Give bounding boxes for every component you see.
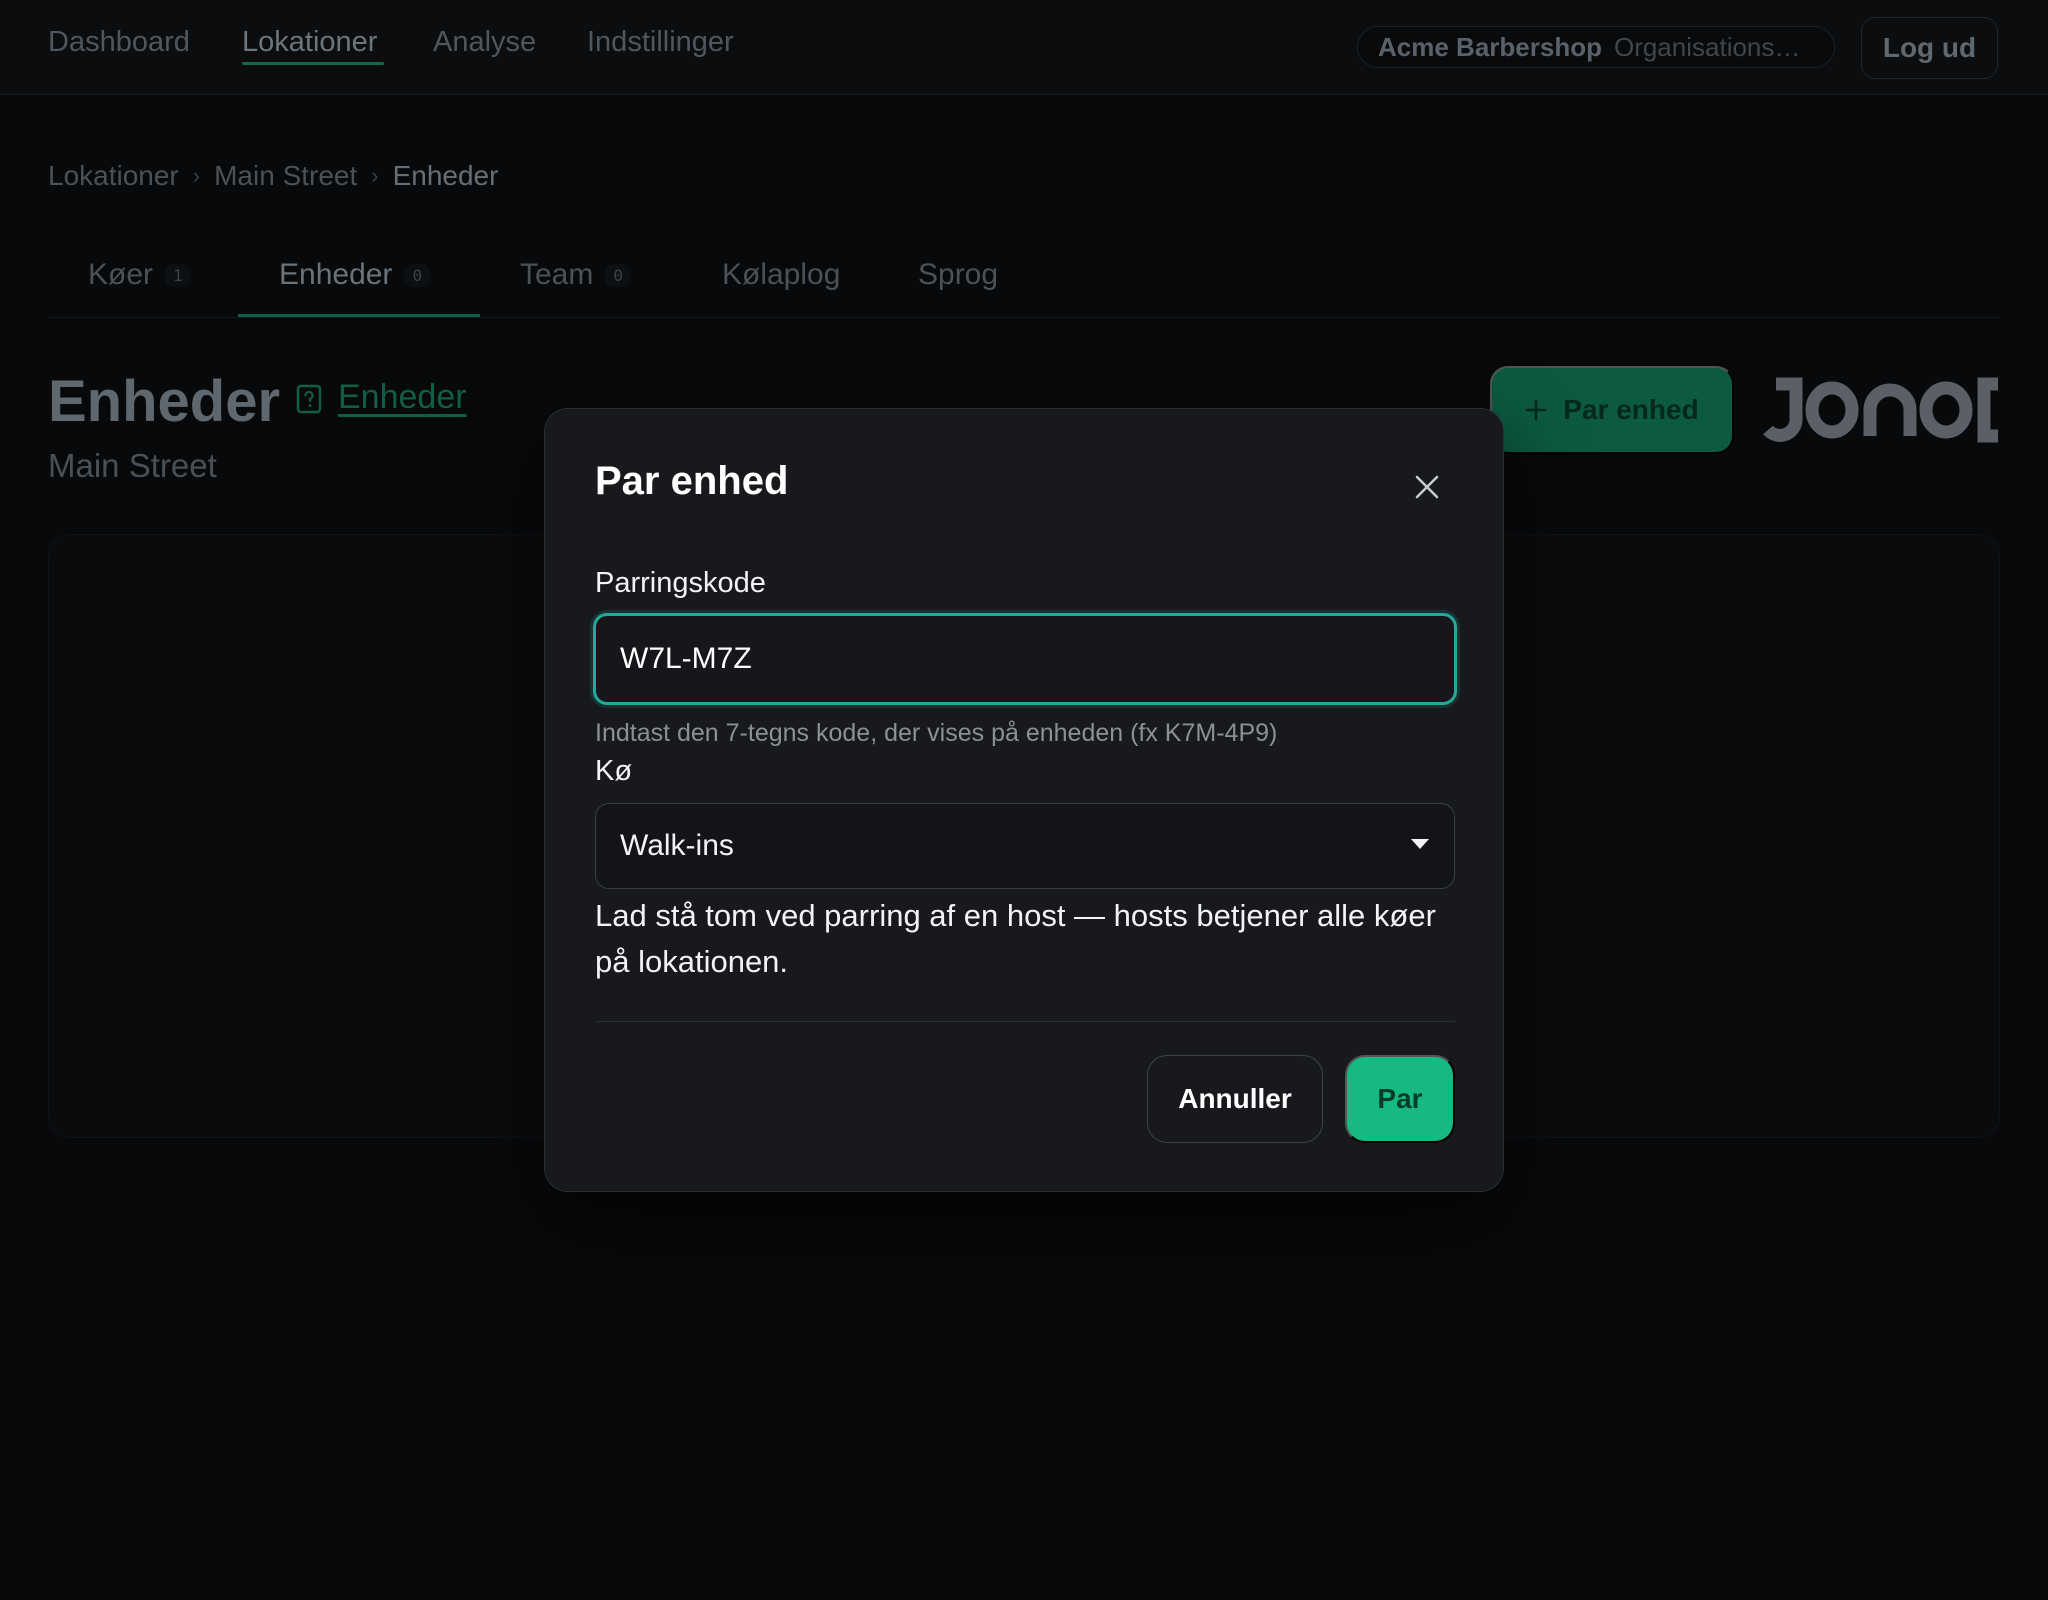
location-tabs: Køer 1 Enheder 0 Team 0 Kølaplog Sprog xyxy=(48,250,2000,318)
tab-label: Køer xyxy=(88,258,154,291)
cancel-button[interactable]: Annuller xyxy=(1147,1055,1323,1143)
pairing-code-label: Parringskode xyxy=(595,567,766,599)
close-icon xyxy=(1414,474,1440,505)
tab-label: Team xyxy=(520,258,594,291)
nav-lokationer[interactable]: Lokationer xyxy=(242,26,377,59)
help-document-icon xyxy=(296,384,322,414)
breadcrumb: Lokationer › Main Street › Enheder xyxy=(48,160,498,192)
breadcrumb-lokationer[interactable]: Lokationer xyxy=(48,160,179,192)
organization-switcher[interactable]: Acme Barbershop Organisationsans... xyxy=(1357,26,1835,68)
dialog-divider xyxy=(595,1021,1455,1022)
nav-active-indicator xyxy=(242,62,384,65)
tab-label: Sprog xyxy=(918,258,999,291)
tab-enheder[interactable]: Enheder 0 xyxy=(279,258,431,292)
tab-count-badge: 1 xyxy=(165,263,191,287)
pair-submit-button[interactable]: Par xyxy=(1345,1055,1455,1143)
page-subtitle: Main Street xyxy=(48,447,217,484)
brand-logo-icon xyxy=(1762,370,2000,450)
tab-count-badge: 0 xyxy=(404,263,431,287)
dialog-title: Par enhed xyxy=(595,459,789,503)
top-navigation: Dashboard Lokationer Analyse Indstilling… xyxy=(0,0,2048,95)
breadcrumb-current: Enheder xyxy=(392,160,499,191)
plus-icon xyxy=(1525,391,1547,430)
logout-button[interactable]: Log ud xyxy=(1861,17,1998,79)
nav-dashboard[interactable]: Dashboard xyxy=(48,26,190,59)
close-button[interactable] xyxy=(1407,469,1447,509)
tab-label: Kølaplog xyxy=(722,258,841,291)
tab-koer[interactable]: Køer 1 xyxy=(88,258,191,292)
tab-kolaplog[interactable]: Kølaplog xyxy=(722,258,840,292)
nav-analyse[interactable]: Analyse xyxy=(433,26,536,59)
queue-select[interactable]: Walk-ins xyxy=(595,803,1455,889)
org-role: Organisationsans... xyxy=(1613,31,1814,62)
tab-team[interactable]: Team 0 xyxy=(520,258,631,292)
breadcrumb-separator: › xyxy=(192,163,201,188)
tab-count-badge: 0 xyxy=(605,263,631,287)
pairing-code-hint: Indtast den 7-tegns kode, der vises på e… xyxy=(595,719,1278,747)
tab-sprog[interactable]: Sprog xyxy=(918,258,998,292)
nav-indstillinger[interactable]: Indstillinger xyxy=(587,26,734,59)
page-title: Enheder xyxy=(48,369,281,434)
pairing-code-input[interactable] xyxy=(593,613,1457,705)
tab-label: Enheder xyxy=(279,258,393,291)
queue-help-text: Lad stå tom ved parring af en host — hos… xyxy=(595,898,1436,979)
queue-select-value: Walk-ins xyxy=(620,829,734,862)
pair-device-dialog: Par enhed Parringskode Indtast den 7-teg… xyxy=(544,408,1504,1192)
pair-device-button[interactable]: Par enhed xyxy=(1490,366,1734,454)
help-link[interactable]: Enheder xyxy=(338,378,467,417)
pair-device-label: Par enhed xyxy=(1563,394,1699,425)
breadcrumb-main-street[interactable]: Main Street xyxy=(214,160,357,192)
org-name: Acme Barbershop xyxy=(1378,31,1602,62)
tab-active-indicator xyxy=(238,314,480,317)
caret-down-icon xyxy=(1410,837,1430,855)
queue-label: Kø xyxy=(595,755,633,787)
breadcrumb-separator: › xyxy=(371,163,379,188)
